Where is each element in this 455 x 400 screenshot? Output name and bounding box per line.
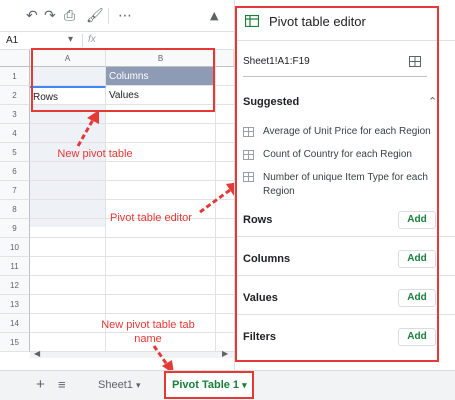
formula-divider xyxy=(82,34,83,47)
annotation-pivot-table-editor: Pivot table editor xyxy=(110,212,192,224)
annotation-new-pivot-table: New pivot table xyxy=(57,148,133,160)
row-header[interactable]: 7 xyxy=(0,181,30,200)
more-icon[interactable]: ⋯ xyxy=(118,8,132,24)
row-header[interactable]: 9 xyxy=(0,219,30,238)
paint-format-icon[interactable]: 🖌 xyxy=(86,8,104,24)
all-sheets-icon[interactable]: ≡ xyxy=(58,377,66,392)
print-icon[interactable]: ⎙ xyxy=(64,8,75,24)
grid-corner[interactable] xyxy=(0,50,30,67)
row-header[interactable]: 14 xyxy=(0,314,30,333)
tab-sheet1[interactable]: Sheet1 ▾ xyxy=(92,372,158,398)
scroll-left-icon[interactable]: ◀ xyxy=(34,349,40,358)
column-header-c[interactable] xyxy=(216,50,234,67)
tab-label: Sheet1 xyxy=(98,379,133,391)
new-pivot-table-highlight xyxy=(31,48,215,112)
cell-reference[interactable]: A1 xyxy=(6,35,18,46)
collapse-icon[interactable]: ▲ xyxy=(210,9,218,22)
row-header[interactable]: 2 xyxy=(0,86,30,105)
fx-icon: fx xyxy=(88,34,96,45)
annotation-new-tab-name: New pivot table tab name xyxy=(88,318,208,346)
row-header[interactable]: 13 xyxy=(0,295,30,314)
scroll-right-icon[interactable]: ▶ xyxy=(222,349,228,358)
row-header[interactable]: 3 xyxy=(0,105,30,124)
redo-icon[interactable]: ↷ xyxy=(44,8,56,24)
row-header[interactable]: 6 xyxy=(0,162,30,181)
row-header[interactable]: 4 xyxy=(0,124,30,143)
row-header[interactable]: 1 xyxy=(0,67,30,86)
horizontal-scrollbar[interactable] xyxy=(30,352,234,358)
tab-dropdown-icon[interactable]: ▾ xyxy=(136,380,141,390)
pivot-editor-highlight xyxy=(235,6,439,362)
add-sheet-icon[interactable]: + xyxy=(36,376,45,393)
toolbar-divider xyxy=(108,8,109,24)
annotation-line: New pivot table tab xyxy=(101,319,195,331)
row-header[interactable]: 12 xyxy=(0,276,30,295)
row-header[interactable]: 11 xyxy=(0,257,30,276)
pivot-tab-highlight xyxy=(164,371,254,399)
undo-icon[interactable]: ↶ xyxy=(26,8,38,24)
row-header[interactable]: 15 xyxy=(0,333,30,352)
annotation-arrow-up-icon xyxy=(76,110,99,147)
dropdown-icon[interactable]: ▾ xyxy=(68,34,73,45)
row-header[interactable]: 8 xyxy=(0,200,30,219)
toolbar: ↶ ↷ ⎙ 🖌 ⋯ ▲ xyxy=(0,0,234,32)
row-header[interactable]: 5 xyxy=(0,143,30,162)
row-header[interactable]: 10 xyxy=(0,238,30,257)
